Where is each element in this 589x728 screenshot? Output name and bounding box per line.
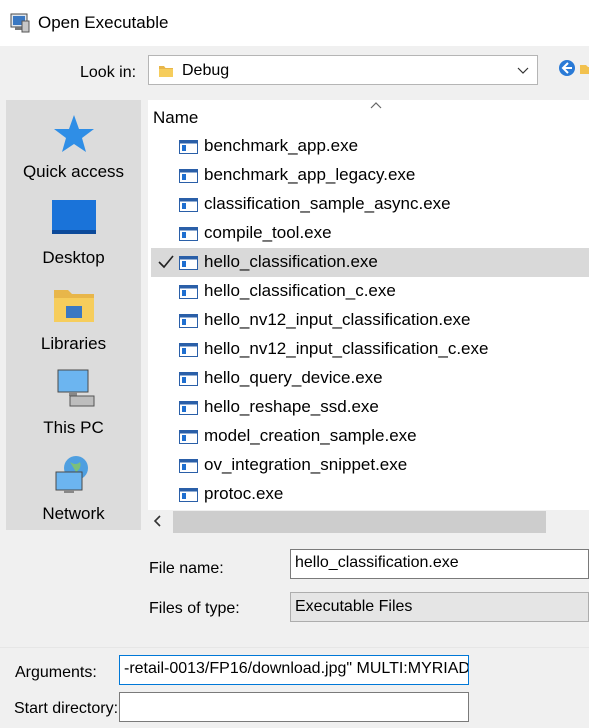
column-header-name[interactable]: Name bbox=[153, 108, 198, 128]
file-name: benchmark_app.exe bbox=[204, 136, 359, 155]
executable-icon bbox=[179, 459, 198, 473]
place-quick-access[interactable]: Quick access bbox=[6, 112, 141, 182]
file-name: compile_tool.exe bbox=[204, 223, 332, 242]
chevron-down-icon bbox=[517, 67, 529, 74]
file-row[interactable]: benchmark_app.exe bbox=[148, 132, 589, 161]
places-bar: Quick access Desktop Libraries This PC N… bbox=[6, 100, 141, 530]
file-type-label: Files of type: bbox=[149, 600, 240, 617]
file-name: model_creation_sample.exe bbox=[204, 426, 417, 445]
app-icon bbox=[10, 13, 30, 33]
file-name: hello_nv12_input_classification.exe bbox=[204, 310, 471, 329]
libraries-icon bbox=[53, 290, 94, 322]
window-title: Open Executable bbox=[38, 13, 169, 32]
file-row[interactable]: protoc.exe bbox=[148, 480, 589, 509]
executable-icon bbox=[179, 430, 198, 444]
place-label: Network bbox=[42, 504, 105, 523]
star-icon bbox=[53, 115, 94, 152]
file-name: protoc.exe bbox=[204, 484, 284, 503]
file-row[interactable]: model_creation_sample.exe bbox=[148, 422, 589, 451]
file-row[interactable]: compile_tool.exe bbox=[148, 219, 589, 248]
file-name: hello_query_device.exe bbox=[204, 368, 383, 387]
back-icon[interactable] bbox=[557, 58, 577, 78]
place-label: Desktop bbox=[42, 248, 105, 267]
computer-icon bbox=[57, 369, 94, 407]
file-row[interactable]: hello_classification_c.exe bbox=[148, 277, 589, 306]
file-name-label: File name: bbox=[149, 560, 224, 577]
executable-icon bbox=[179, 285, 198, 299]
arguments-label: Arguments: bbox=[15, 664, 97, 681]
place-desktop[interactable]: Desktop bbox=[6, 198, 141, 268]
place-libraries[interactable]: Libraries bbox=[6, 284, 141, 354]
executable-icon bbox=[179, 314, 198, 328]
scroll-left-icon[interactable] bbox=[152, 514, 164, 528]
executable-icon bbox=[179, 256, 198, 270]
file-row[interactable]: hello_classification.exe bbox=[151, 248, 589, 277]
executable-icon bbox=[179, 227, 198, 241]
file-name-input[interactable]: hello_classification.exe bbox=[290, 549, 589, 579]
scrollbar-thumb[interactable] bbox=[173, 511, 546, 533]
executable-icon bbox=[179, 169, 198, 183]
place-label: Libraries bbox=[40, 334, 107, 353]
file-row[interactable]: benchmark_app_legacy.exe bbox=[148, 161, 589, 190]
file-list[interactable]: Name benchmark_app.exe benchmark_app_lega… bbox=[148, 100, 589, 510]
folder-icon bbox=[159, 66, 173, 77]
file-name: hello_classification.exe bbox=[204, 252, 378, 271]
file-name: classification_sample_async.exe bbox=[204, 194, 451, 213]
file-row[interactable]: hello_nv12_input_classification_c.exe bbox=[148, 335, 589, 364]
file-type-dropdown[interactable]: Executable Files bbox=[290, 592, 589, 622]
desktop-icon bbox=[51, 200, 96, 234]
start-directory-input[interactable] bbox=[119, 692, 469, 722]
sort-ascending-icon bbox=[370, 102, 382, 109]
start-directory-label: Start directory: bbox=[14, 700, 119, 717]
place-network[interactable]: Network bbox=[6, 454, 141, 524]
executable-icon bbox=[179, 198, 198, 212]
look-in-value: Debug bbox=[182, 62, 230, 79]
look-in-label: Look in: bbox=[80, 64, 137, 81]
file-row[interactable]: hello_reshape_ssd.exe bbox=[148, 393, 589, 422]
title-bar: Open Executable bbox=[0, 0, 589, 46]
up-folder-icon[interactable] bbox=[580, 60, 589, 76]
file-row[interactable]: classification_sample_async.exe bbox=[148, 190, 589, 219]
arguments-input[interactable]: -retail-0013/FP16/download.jpg" MULTI:MY… bbox=[119, 655, 469, 685]
file-name: benchmark_app_legacy.exe bbox=[204, 165, 416, 184]
divider bbox=[0, 647, 589, 648]
look-in-dropdown[interactable]: Debug bbox=[148, 55, 538, 85]
file-row[interactable]: ov_integration_snippet.exe bbox=[148, 451, 589, 480]
file-name: hello_classification_c.exe bbox=[204, 281, 396, 300]
horizontal-scrollbar[interactable] bbox=[148, 510, 589, 534]
executable-icon bbox=[179, 343, 198, 357]
place-this-pc[interactable]: This PC bbox=[6, 368, 141, 438]
place-label: Quick access bbox=[22, 162, 125, 181]
file-name: hello_nv12_input_classification_c.exe bbox=[204, 339, 489, 358]
file-name: ov_integration_snippet.exe bbox=[204, 455, 408, 474]
file-row[interactable]: hello_nv12_input_classification.exe bbox=[148, 306, 589, 335]
file-name: hello_reshape_ssd.exe bbox=[204, 397, 379, 416]
network-icon bbox=[55, 456, 88, 493]
checkmark-icon[interactable] bbox=[157, 253, 175, 271]
executable-icon bbox=[179, 140, 198, 154]
executable-icon bbox=[179, 488, 198, 502]
file-row[interactable]: hello_query_device.exe bbox=[148, 364, 589, 393]
executable-icon bbox=[179, 401, 198, 415]
place-label: This PC bbox=[43, 418, 104, 437]
executable-icon bbox=[179, 372, 198, 386]
